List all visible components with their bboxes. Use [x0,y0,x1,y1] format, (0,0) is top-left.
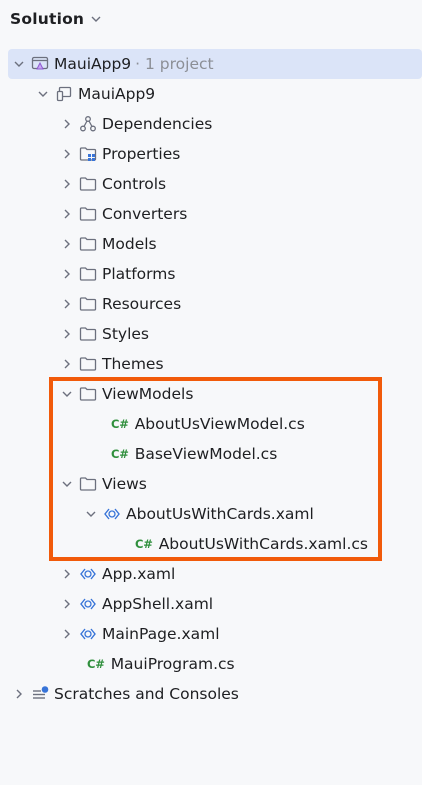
chevron-down-icon[interactable] [11,56,27,72]
project-label: MauiApp9 [78,85,156,103]
tree-node-folder[interactable]: Styles [0,319,422,349]
chevron-right-icon[interactable] [59,626,75,642]
folder-label: Resources [102,295,182,313]
chevron-right-icon[interactable] [59,296,75,312]
folder-icon [79,265,97,283]
chevron-right-icon[interactable] [59,266,75,282]
folder-label: Converters [102,205,188,223]
tree-node-folder[interactable]: Controls [0,169,422,199]
xaml-file-icon [79,595,97,613]
folder-icon [79,355,97,373]
chevron-right-icon[interactable] [59,146,75,162]
folder-label: Controls [102,175,167,193]
folder-icon [79,205,97,223]
chevron-right-icon[interactable] [59,206,75,222]
folder-label: Styles [102,325,150,343]
tree-node-project[interactable]: MauiApp9 [0,79,422,109]
tree-node-solution[interactable]: MauiApp9 · 1 project [8,49,422,79]
folder-icon [79,325,97,343]
chevron-down-icon[interactable] [35,86,51,102]
solution-header[interactable]: Solution [10,6,102,32]
xaml-label: App.xaml [102,565,176,583]
project-icon [55,85,73,103]
folder-label: Models [102,235,157,253]
tree-node-folder[interactable]: Themes [0,349,422,379]
chevron-right-icon[interactable] [59,596,75,612]
highlight-annotation-box [49,377,382,561]
tree-node-properties[interactable]: Properties [0,139,422,169]
xaml-file-icon [79,565,97,583]
solution-label: MauiApp9 [54,55,132,73]
tree-node-dependencies[interactable]: Dependencies [0,109,422,139]
tree-node-xaml[interactable]: AppShell.xaml [0,589,422,619]
chevron-right-icon[interactable] [59,326,75,342]
csharp-file-icon: C# [87,657,105,671]
properties-folder-icon [79,145,97,163]
file-label: MauiProgram.cs [110,655,235,673]
chevron-right-icon[interactable] [11,686,27,702]
folder-icon [79,175,97,193]
chevron-right-icon[interactable] [59,566,75,582]
chevron-right-icon[interactable] [59,356,75,372]
folder-icon [79,295,97,313]
scratches-label: Scratches and Consoles [54,685,239,703]
chevron-right-icon[interactable] [59,116,75,132]
folder-icon [79,235,97,253]
solution-icon [31,55,49,73]
folder-label: Platforms [102,265,176,283]
folder-label: Themes [102,355,164,373]
properties-label: Properties [102,145,181,163]
chevron-right-icon[interactable] [59,236,75,252]
tree-node-file[interactable]: C# MauiProgram.cs [0,649,422,679]
scratches-icon [31,685,49,703]
chevron-right-icon[interactable] [59,176,75,192]
dependencies-icon [79,115,97,133]
dependencies-label: Dependencies [102,115,213,133]
xaml-label: MainPage.xaml [102,625,220,643]
tree-node-xaml[interactable]: App.xaml [0,559,422,589]
tree-node-folder[interactable]: Resources [0,289,422,319]
tree-node-scratches[interactable]: Scratches and Consoles [0,679,422,709]
solution-title: Solution [10,10,85,28]
solution-meta: · 1 project [135,55,214,73]
tree-node-folder[interactable]: Converters [0,199,422,229]
chevron-down-icon[interactable] [90,13,102,25]
tree-node-folder[interactable]: Models [0,229,422,259]
xaml-file-icon [79,625,97,643]
xaml-label: AppShell.xaml [102,595,214,613]
tree-node-xaml[interactable]: MainPage.xaml [0,619,422,649]
tree-node-folder[interactable]: Platforms [0,259,422,289]
